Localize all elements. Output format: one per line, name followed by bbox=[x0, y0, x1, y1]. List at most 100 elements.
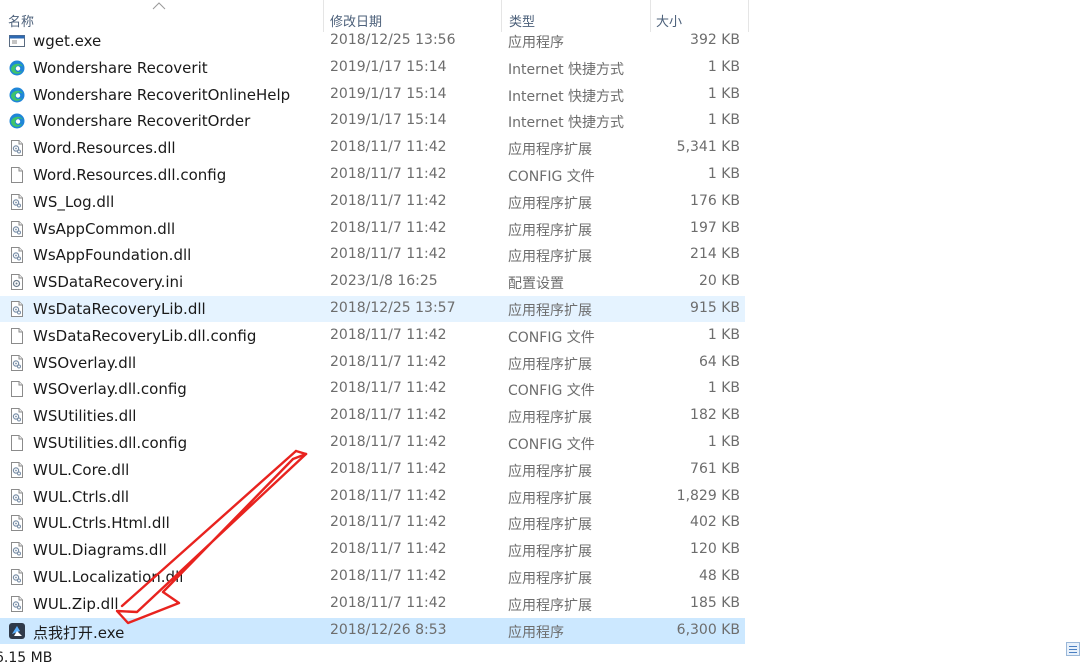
blank-file-icon bbox=[9, 435, 25, 451]
file-name: WSDataRecovery.ini bbox=[33, 273, 184, 292]
blank-file-icon bbox=[9, 327, 25, 344]
file-type: 应用程序 bbox=[508, 624, 564, 641]
file-type: 配置设置 bbox=[508, 276, 564, 293]
file-row[interactable]: WSUtilities.dll 2018/11/7 11:42 应用程序扩展 182 … bbox=[0, 403, 745, 429]
file-row[interactable]: WUL.Diagrams.dll 2018/11/7 11:42 应用程序扩展 120… bbox=[0, 537, 745, 563]
file-date: 2019/1/17 15:14 bbox=[330, 85, 447, 102]
file-name: WSOverlay.dll bbox=[33, 353, 137, 372]
dll-icon bbox=[9, 542, 25, 559]
file-type: 应用程序扩展 bbox=[508, 544, 592, 561]
status-selection-size: 6.15 MB bbox=[0, 650, 53, 666]
sort-ascending-icon bbox=[152, 2, 166, 10]
blank-file-icon bbox=[9, 167, 25, 183]
file-name: WUL.Ctrls.Html.dll bbox=[33, 514, 170, 533]
file-name: WSUtilities.dll.config bbox=[33, 434, 188, 452]
file-row[interactable]: WUL.Core.dll 2018/11/7 11:42 应用程序扩展 761 KB bbox=[0, 457, 745, 483]
file-type: Internet 快捷方式 bbox=[508, 61, 625, 78]
file-row[interactable]: Word.Resources.dll 2018/11/7 11:42 应用程序扩展 5… bbox=[0, 135, 745, 161]
file-date: 2018/11/7 11:42 bbox=[330, 541, 447, 558]
details-view-icon[interactable] bbox=[1066, 642, 1080, 656]
file-date: 2018/11/7 11:42 bbox=[330, 246, 447, 263]
file-type: 应用程序 bbox=[508, 35, 564, 51]
file-type: 应用程序扩展 bbox=[508, 249, 592, 266]
ini-icon bbox=[9, 274, 25, 291]
file-name: Wondershare RecoveritOrder bbox=[33, 112, 251, 131]
file-type: 应用程序扩展 bbox=[508, 597, 592, 614]
file-row[interactable]: WSOverlay.dll 2018/11/7 11:42 应用程序扩展 64 KB bbox=[0, 350, 745, 376]
file-size: 761 KB bbox=[690, 460, 740, 477]
file-row[interactable]: 点我打开.exe 2018/12/26 8:53 应用程序 6,300 KB bbox=[0, 617, 745, 644]
file-date: 2018/12/25 13:57 bbox=[330, 300, 456, 316]
file-type: 应用程序扩展 bbox=[508, 463, 592, 480]
file-name: WSUtilities.dll bbox=[33, 407, 137, 426]
file-row[interactable]: WS_Log.dll 2018/11/7 11:42 应用程序扩展 176 KB bbox=[0, 189, 745, 215]
file-date: 2018/11/7 11:42 bbox=[330, 460, 447, 477]
file-type: CONFIG 文件 bbox=[508, 169, 595, 185]
file-name: WUL.Zip.dll bbox=[33, 594, 119, 613]
file-row[interactable]: WsDataRecoveryLib.dll 2018/12/25 13:57 应用程… bbox=[0, 296, 745, 322]
file-row[interactable]: WSOverlay.dll.config 2018/11/7 11:42 CONFI… bbox=[0, 376, 745, 402]
file-type: Internet 快捷方式 bbox=[508, 115, 625, 132]
file-name: WSOverlay.dll.config bbox=[33, 380, 187, 399]
file-row[interactable]: wget.exe 2018/12/25 13:56 应用程序 392 KB bbox=[0, 28, 745, 54]
file-row[interactable]: Word.Resources.dll.config 2018/11/7 11:42… bbox=[0, 162, 745, 188]
file-date: 2018/11/7 11:42 bbox=[330, 192, 447, 209]
file-size: 64 KB bbox=[698, 353, 740, 370]
file-type: Internet 快捷方式 bbox=[508, 88, 625, 105]
file-date: 2018/11/7 11:42 bbox=[330, 514, 447, 531]
file-type: 应用程序扩展 bbox=[508, 222, 592, 239]
file-row[interactable]: WUL.Ctrls.Html.dll 2018/11/7 11:42 应用程序扩展 4… bbox=[0, 510, 745, 536]
file-name: Word.Resources.dll bbox=[33, 139, 176, 158]
file-row[interactable]: WSDataRecovery.ini 2023/1/8 16:25 配置设置 20 K… bbox=[0, 269, 745, 295]
file-size: 176 KB bbox=[690, 192, 740, 209]
file-type: 应用程序扩展 bbox=[508, 195, 592, 212]
dll-icon bbox=[9, 408, 25, 425]
file-type: CONFIG 文件 bbox=[508, 437, 595, 453]
file-row[interactable]: WsDataRecoveryLib.dll.config 2018/11/7 11… bbox=[0, 323, 745, 349]
file-row[interactable]: WUL.Zip.dll 2018/11/7 11:42 应用程序扩展 185 KB bbox=[0, 591, 745, 617]
file-date: 2019/1/17 15:14 bbox=[330, 58, 447, 75]
file-row[interactable]: Wondershare Recoverit 2019/1/17 15:14 Inte… bbox=[0, 55, 745, 81]
file-date: 2019/1/17 15:14 bbox=[330, 112, 447, 129]
file-size: 48 KB bbox=[698, 568, 740, 584]
file-size: 1 KB bbox=[707, 58, 740, 75]
file-row[interactable]: WSUtilities.dll.config 2018/11/7 11:42 CON… bbox=[0, 430, 745, 456]
file-row[interactable]: WsAppCommon.dll 2018/11/7 11:42 应用程序扩展 197 … bbox=[0, 216, 745, 242]
file-name: WsDataRecoveryLib.dll bbox=[33, 300, 206, 318]
dll-icon bbox=[9, 247, 25, 264]
file-size: 6,300 KB bbox=[676, 621, 740, 638]
file-row[interactable]: WsAppFoundation.dll 2018/11/7 11:42 应用程序扩展… bbox=[0, 242, 745, 268]
file-size: 1,829 KB bbox=[676, 487, 740, 504]
file-date: 2018/11/7 11:42 bbox=[330, 380, 447, 397]
file-row[interactable]: Wondershare RecoveritOnlineHelp 2019/1/17… bbox=[0, 82, 745, 108]
file-name: WsDataRecoveryLib.dll.config bbox=[33, 326, 257, 345]
file-type: 应用程序扩展 bbox=[508, 303, 592, 319]
file-type: 应用程序扩展 bbox=[508, 490, 592, 507]
file-size: 5,341 KB bbox=[676, 139, 740, 156]
edge-icon bbox=[9, 60, 25, 76]
file-name: WUL.Ctrls.dll bbox=[33, 487, 130, 506]
file-size: 1 KB bbox=[707, 380, 740, 397]
file-type: 应用程序扩展 bbox=[508, 410, 592, 427]
file-size: 197 KB bbox=[690, 219, 740, 236]
file-row[interactable]: WUL.Ctrls.dll 2018/11/7 11:42 应用程序扩展 1,829 … bbox=[0, 484, 745, 510]
file-name: Wondershare Recoverit bbox=[33, 58, 208, 77]
file-size: 1 KB bbox=[707, 112, 740, 129]
column-divider[interactable] bbox=[748, 0, 749, 32]
file-type: CONFIG 文件 bbox=[508, 329, 595, 346]
file-size: 182 KB bbox=[690, 407, 740, 424]
file-size: 185 KB bbox=[690, 594, 740, 611]
dll-icon bbox=[9, 301, 25, 317]
file-size: 120 KB bbox=[690, 541, 740, 558]
edge-icon bbox=[9, 113, 25, 129]
file-name: 点我打开.exe bbox=[33, 623, 125, 642]
file-size: 1 KB bbox=[707, 434, 740, 450]
dll-icon bbox=[9, 354, 25, 371]
file-name: Word.Resources.dll.config bbox=[33, 166, 227, 184]
file-date: 2018/11/7 11:42 bbox=[330, 407, 447, 424]
file-row[interactable]: Wondershare RecoveritOrder 2019/1/17 15:1… bbox=[0, 108, 745, 134]
file-date: 2018/11/7 11:42 bbox=[330, 568, 447, 584]
file-date: 2018/11/7 11:42 bbox=[330, 139, 447, 156]
file-row[interactable]: WUL.Localization.dll 2018/11/7 11:42 应用程序扩… bbox=[0, 564, 745, 590]
file-name: WsAppFoundation.dll bbox=[33, 246, 192, 265]
